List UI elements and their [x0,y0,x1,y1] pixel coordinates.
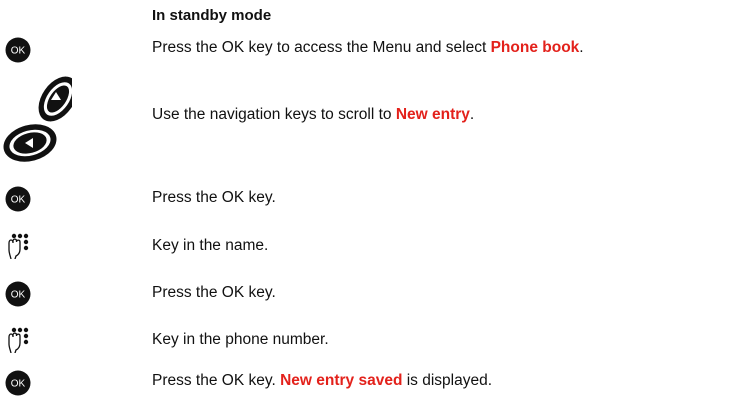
ok-key-icon: OK [5,186,31,212]
svg-text:OK: OK [11,379,26,390]
navigation-keys-icon [2,76,72,188]
instruction-text: Press the OK key. [152,189,276,206]
menu-item-new-entry: New entry [395,106,470,123]
keypad-icon [6,233,32,259]
svg-text:OK: OK [11,46,26,57]
instruction-text: Press the OK key to access the Menu and … [152,39,584,56]
section-heading: In standby mode [152,7,272,24]
instruction-text: Key in the phone number. [152,331,329,348]
instruction-text: Press the OK key. [152,284,276,301]
ok-key-icon: OK [5,370,31,396]
nav-up-key-icon [38,76,72,122]
instruction-text: Press the OK key. New entry saved is dis… [152,372,493,389]
instruction-text: Key in the name. [152,237,269,254]
ok-key-icon: OK [5,281,31,307]
svg-text:OK: OK [11,290,26,301]
keypad-icon [6,327,32,353]
instruction-text: Use the navigation keys to scroll to New… [152,106,475,123]
ok-key-icon: OK [5,37,31,63]
svg-text:OK: OK [11,195,26,206]
menu-item-phone-book: Phone book [490,39,580,56]
status-new-entry-saved: New entry saved [280,372,403,389]
